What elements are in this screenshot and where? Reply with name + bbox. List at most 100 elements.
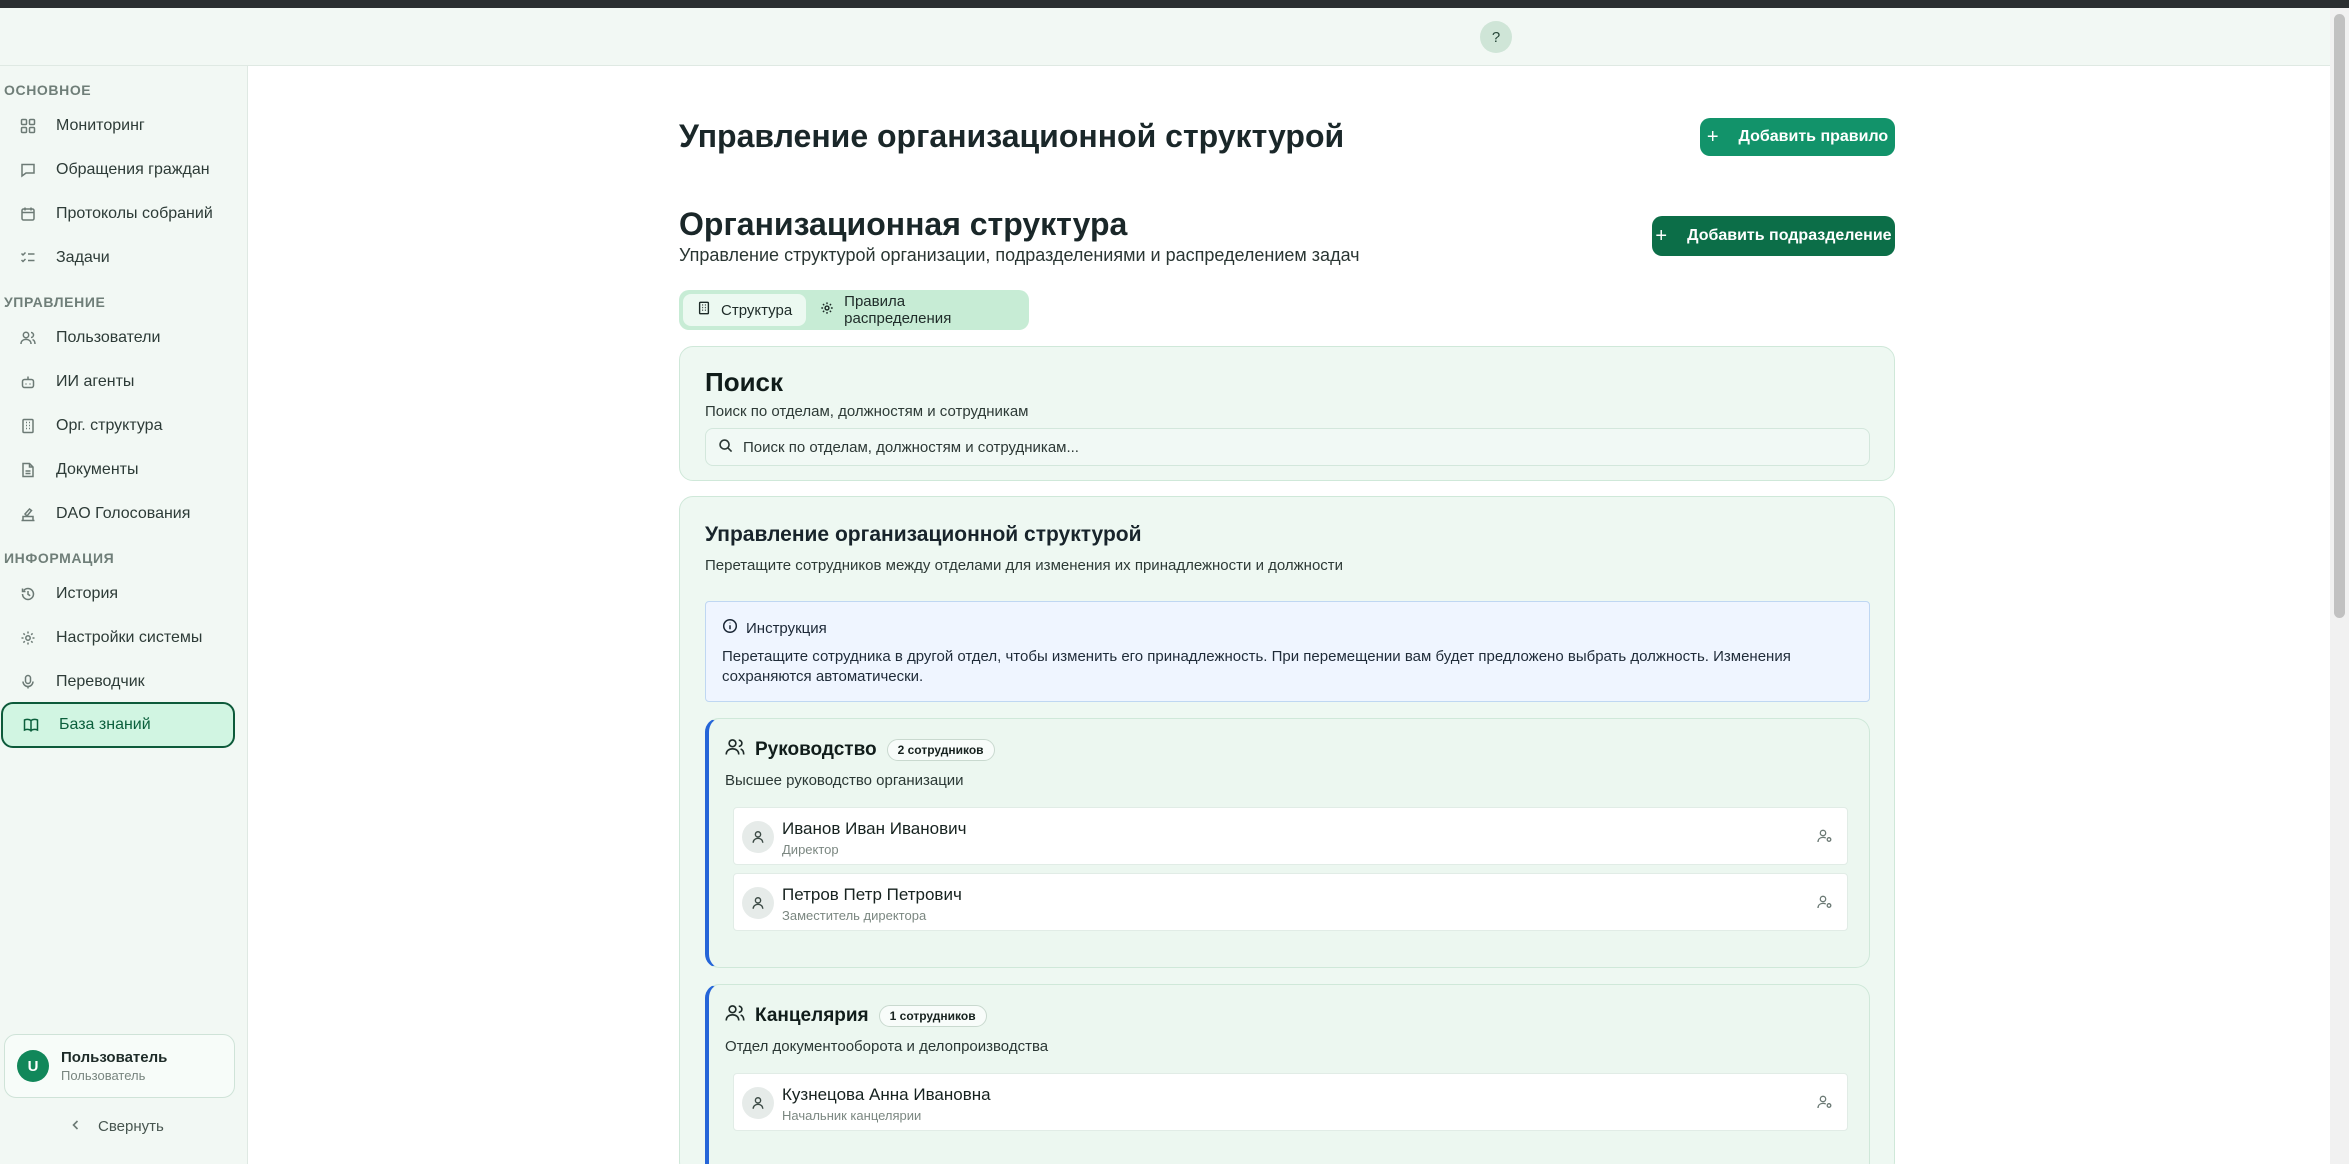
- sidebar-section-info: ИНФОРМАЦИЯ: [4, 550, 115, 566]
- sidebar-item-documents[interactable]: Документы: [0, 448, 235, 492]
- department-name: Руководство: [755, 738, 877, 760]
- search-icon: [718, 438, 733, 457]
- sidebar-item-label: Задачи: [56, 249, 110, 266]
- browser-top-edge: [0, 0, 2349, 8]
- page-scrollbar[interactable]: [2330, 8, 2349, 1164]
- sidebar-item-label: Обращения граждан: [56, 161, 210, 178]
- grid-icon: [18, 116, 38, 136]
- user-settings-icon[interactable]: [1817, 1094, 1833, 1115]
- collapse-label: Свернуть: [98, 1118, 164, 1135]
- sidebar-item-protocols[interactable]: Протоколы собраний: [0, 192, 235, 236]
- tab-label: Структура: [721, 301, 793, 319]
- tab-list: Структура Правила распределения: [679, 290, 1029, 330]
- employee-row[interactable]: Иванов Иван Иванович Директор: [733, 807, 1848, 865]
- info-icon: [722, 618, 738, 638]
- building-icon: [18, 416, 38, 436]
- file-icon: [18, 460, 38, 480]
- department-description: Высшее руководство организации: [725, 772, 964, 789]
- chevron-left-icon: [70, 1118, 82, 1135]
- user-settings-icon[interactable]: [1817, 894, 1833, 915]
- user-role: Пользователь: [61, 1068, 146, 1083]
- book-icon: [21, 715, 41, 735]
- calendar-icon: [18, 204, 38, 224]
- sidebar-item-label: Протоколы собраний: [56, 205, 213, 222]
- department-name: Канцелярия: [755, 1004, 869, 1026]
- sidebar-item-system-settings[interactable]: Настройки системы: [0, 616, 235, 660]
- sidebar-item-label: Орг. структура: [56, 417, 163, 434]
- help-button[interactable]: ?: [1480, 21, 1512, 53]
- search-subtitle: Поиск по отделам, должностям и сотрудник…: [705, 403, 1029, 420]
- building-icon: [697, 301, 711, 319]
- tab-distribution-rules[interactable]: Правила распределения: [806, 293, 1025, 327]
- sidebar-item-history[interactable]: История: [0, 572, 235, 616]
- add-unit-label: Добавить подразделение: [1687, 227, 1892, 244]
- sidebar-item-ai-agents[interactable]: ИИ агенты: [0, 360, 235, 404]
- search-input[interactable]: Поиск по отделам, должностям и сотрудник…: [705, 428, 1870, 466]
- sidebar-item-label: Пользователи: [56, 329, 161, 346]
- sidebar-item-label: База знаний: [59, 716, 151, 733]
- sidebar-item-appeals[interactable]: Обращения граждан: [0, 148, 235, 192]
- employee-position: Заместитель директора: [782, 908, 927, 923]
- scrollbar-thumb[interactable]: [2334, 14, 2345, 618]
- vote-icon: [18, 504, 38, 524]
- user-icon: [742, 887, 774, 919]
- sidebar-item-label: Настройки системы: [56, 629, 203, 646]
- instruction-alert: Инструкция Перетащите сотрудника в друго…: [705, 601, 1870, 702]
- sidebar-item-tasks[interactable]: Задачи: [0, 236, 235, 280]
- section-title: Организационная структура: [679, 206, 1128, 242]
- employee-name: Иванов Иван Иванович: [782, 819, 967, 838]
- mic-icon: [18, 672, 38, 692]
- add-unit-button[interactable]: + Добавить подразделение: [1652, 216, 1895, 256]
- management-subtitle: Перетащите сотрудников между отделами дл…: [705, 557, 1344, 574]
- user-icon: [742, 821, 774, 853]
- employee-row[interactable]: Кузнецова Анна Ивановна Начальник канцел…: [733, 1073, 1848, 1131]
- structure-management-card: Управление организационной структурой Пе…: [679, 496, 1895, 1164]
- tab-label: Правила распределения: [844, 293, 952, 327]
- department-card[interactable]: Руководство 2 сотрудников Высшее руковод…: [705, 718, 1870, 968]
- avatar: U: [17, 1050, 49, 1082]
- users-icon: [725, 1003, 745, 1028]
- management-title: Управление организационной структурой: [705, 523, 1142, 546]
- collapse-sidebar-button[interactable]: Свернуть: [70, 1118, 164, 1135]
- employee-position: Начальник канцелярии: [782, 1108, 922, 1123]
- search-placeholder: Поиск по отделам, должностям и сотрудник…: [743, 438, 1079, 456]
- search-card: Поиск Поиск по отделам, должностям и сот…: [679, 346, 1895, 481]
- list-check-icon: [18, 248, 38, 268]
- plus-icon: +: [1706, 125, 1719, 148]
- sidebar-section-management: УПРАВЛЕНИЕ: [4, 294, 106, 310]
- sidebar-item-label: ИИ агенты: [56, 373, 135, 390]
- user-name: Пользователь: [61, 1049, 168, 1066]
- department-description: Отдел документооборота и делопроизводств…: [725, 1038, 1049, 1055]
- instruction-text: Перетащите сотрудника в другой отдел, чт…: [722, 648, 1791, 685]
- bot-icon: [18, 372, 38, 392]
- sidebar-item-org-structure[interactable]: Орг. структура: [0, 404, 235, 448]
- sidebar-item-users[interactable]: Пользователи: [0, 316, 235, 360]
- sidebar-item-label: DAO Голосования: [56, 505, 191, 522]
- employee-count-badge: 1 сотрудников: [878, 1004, 987, 1027]
- add-rule-label: Добавить правило: [1738, 128, 1889, 145]
- sidebar-item-label: Мониторинг: [56, 117, 145, 134]
- instruction-title-text: Инструкция: [746, 619, 827, 637]
- sidebar-item-label: Переводчик: [56, 673, 145, 690]
- department-header: Канцелярия 1 сотрудников: [725, 1003, 987, 1028]
- sidebar-section-main: ОСНОВНОЕ: [4, 82, 92, 98]
- department-header: Руководство 2 сотрудников: [725, 737, 995, 762]
- user-icon: [742, 1087, 774, 1119]
- page-title: Управление организационной структурой: [679, 118, 1345, 154]
- plus-icon: +: [1655, 224, 1668, 247]
- search-title: Поиск: [705, 367, 784, 397]
- message-icon: [18, 160, 38, 180]
- add-rule-button[interactable]: + Добавить правило: [1700, 118, 1895, 156]
- sidebar-item-label: Документы: [56, 461, 139, 478]
- department-card[interactable]: Канцелярия 1 сотрудников Отдел документо…: [705, 984, 1870, 1164]
- gear-icon: [18, 628, 38, 648]
- tab-structure[interactable]: Структура: [683, 294, 807, 326]
- sidebar-item-translator[interactable]: Переводчик: [0, 660, 235, 704]
- sidebar-item-monitoring[interactable]: Мониторинг: [0, 104, 235, 148]
- employee-row[interactable]: Петров Петр Петрович Заместитель директо…: [733, 873, 1848, 931]
- user-card[interactable]: U Пользователь Пользователь: [4, 1034, 235, 1098]
- user-settings-icon[interactable]: [1817, 828, 1833, 849]
- sidebar-item-knowledge-base[interactable]: База знаний: [1, 702, 235, 748]
- sidebar-item-dao-voting[interactable]: DAO Голосования: [0, 492, 235, 536]
- top-bar: ?: [0, 8, 2330, 66]
